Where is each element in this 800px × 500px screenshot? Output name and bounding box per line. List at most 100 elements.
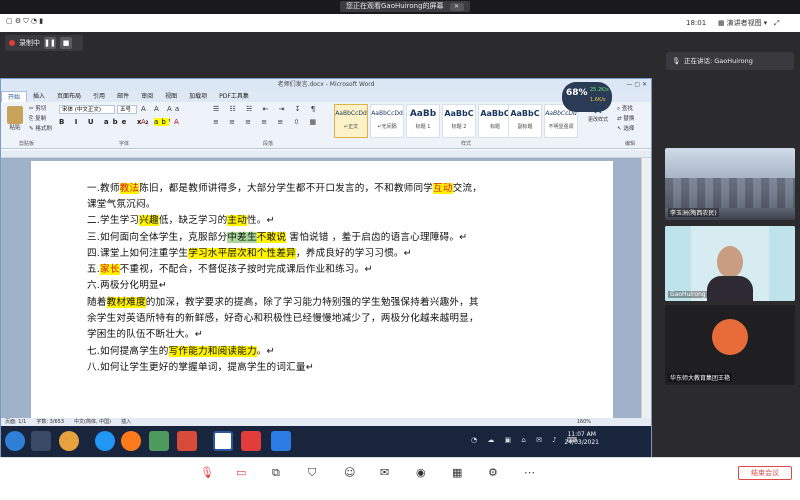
font-size-select[interactable]: 五号 [117, 105, 137, 114]
windows-taskbar: ◔ ☁ ▣ ⌂ ✉ ♪ ⌨ 11:07 AM 24/03/2021 [1, 426, 651, 457]
video-tile-avatar[interactable]: 华东师大教育集团王艳 [665, 305, 795, 385]
document-line[interactable]: 二.学生学习兴趣低，缺乏学习的主动性。↵ [87, 212, 275, 226]
mute-icon[interactable]: 🎙 [200, 466, 214, 480]
style-name: 不明显强调 [548, 124, 574, 130]
style-normal[interactable]: AaBbCcDd ↵正文 [334, 104, 368, 138]
tab-addins[interactable]: 加载项 [183, 91, 213, 102]
document-line[interactable]: 六.两极分化明显↵ [87, 277, 167, 291]
meeting-header: ▢ ⚙ ⛉ ◔ ▮ 18:01 ▦ 演讲者视图 ▾ ⤢ [0, 14, 800, 32]
document-line[interactable]: 课堂气氛沉闷。 [87, 196, 156, 210]
style-heading-2[interactable]: AaBbC 标题 2 [442, 104, 476, 138]
font-name-select[interactable]: 宋体 (中文正文) [59, 105, 115, 114]
start-icon[interactable] [5, 431, 25, 451]
word-icon[interactable] [213, 431, 233, 451]
fullscreen-icon[interactable]: ⤢ [774, 17, 780, 29]
browser-icon[interactable] [59, 431, 79, 451]
document-text-run: 性。↵ [246, 215, 275, 226]
document-line[interactable]: 学困生的队伍不断壮大。↵ [87, 326, 203, 340]
pause-button[interactable]: ❚❚ [44, 37, 56, 49]
stop-button[interactable]: ■ [60, 37, 72, 49]
meeting-app-icon[interactable] [271, 431, 291, 451]
document-line[interactable]: 四.课堂上如何注重学生学习水平层次和个性差异，养成良好的学习习惯。↵ [87, 245, 412, 259]
paste-icon [7, 106, 23, 124]
style-preview: AaBbC [480, 109, 510, 118]
apps-icon[interactable]: ▦ [452, 466, 466, 480]
video-tile-classroom[interactable]: 李玉洲(陶西农民) [665, 148, 795, 220]
find-button[interactable]: ⌕ 查找 [617, 105, 633, 113]
document-text-run: 。↵ [256, 346, 275, 357]
file-explorer-icon[interactable] [31, 431, 51, 451]
ribbon-home: 粘贴 ✂ 剪切 ⎘ 复制 ✎ 格式刷 剪贴板 宋体 (中文正文) 五号 A A … [1, 102, 651, 149]
tab-references[interactable]: 引用 [87, 91, 111, 102]
record-button-icon[interactable]: ◉ [416, 466, 430, 480]
ppt-icon[interactable] [177, 431, 197, 451]
paste-button[interactable]: 粘贴 [5, 106, 25, 132]
shield-icon: ⛉ [23, 17, 29, 25]
camera-off-icon[interactable]: ▭ [236, 466, 250, 480]
document-text-run: 兴趣 [139, 215, 159, 226]
app-icon[interactable] [149, 431, 169, 451]
style-heading-1[interactable]: AaBb 标题 1 [406, 104, 440, 138]
document-text-run: 教法 [119, 183, 140, 194]
tab-review[interactable]: 审阅 [135, 91, 159, 102]
wps-icon[interactable] [241, 431, 261, 451]
firefox-icon[interactable] [121, 431, 141, 451]
window-controls[interactable]: — ▢ ✕ [626, 79, 647, 91]
close-icon[interactable]: ✕ [449, 2, 464, 11]
share-screen-icon[interactable]: ⧉ [272, 466, 286, 480]
participants-icon[interactable]: ☺ [344, 466, 358, 480]
battery-icon: ▮ [39, 17, 44, 25]
chevron-down-icon: ▾ [763, 19, 768, 27]
tab-pdf[interactable]: PDF工具集 [213, 91, 255, 102]
speaker-view-button[interactable]: ▦ 演讲者视图 ▾ [718, 17, 767, 29]
font-color-buttons[interactable]: A ab A [141, 118, 182, 126]
format-painter-button[interactable]: ✎ 格式刷 [29, 125, 52, 133]
taskbar-time: 11:07 AM [567, 431, 596, 438]
end-meeting-button[interactable]: 结束会议 [738, 466, 792, 480]
style-no-spacing[interactable]: AaBbCcDd ↵无间隔 [370, 104, 404, 138]
document-line[interactable]: 五.家长不重视，不配合，不督促孩子按时完成课后作业和练习。↵ [87, 261, 373, 275]
presenter-face [717, 246, 743, 278]
style-name: 标题 2 [451, 124, 467, 130]
more-icon[interactable]: ⋯ [524, 466, 538, 480]
document-line[interactable]: 八.如何让学生更好的掌握单词，提高学生的词汇量↵ [87, 359, 314, 373]
align-buttons[interactable]: ≡ ≡ ≡ ≡ ≡ ⇳ ▦ [213, 118, 320, 126]
replace-button[interactable]: ⇄ 替换 [617, 115, 634, 123]
style-preview: AaBbC [510, 109, 540, 118]
document-line[interactable]: 七.如何提高学生的写作能力和阅读能力。↵ [87, 343, 275, 357]
video-tile-speaker[interactable]: GaoHuirong [665, 226, 795, 301]
document-line[interactable]: 一.教师教法陈旧，都是教师讲得多，大部分学生都不开口发言的，不和教师同学互动交流… [87, 180, 482, 194]
record-icon [9, 40, 15, 46]
document-line[interactable]: 随着教材难度的加深，教学要求的提高，除了学习能力特别强的学生勉强保持着兴趣外，其 [87, 294, 479, 308]
style-title[interactable]: AaBbC 标题 [478, 104, 512, 138]
tab-home[interactable]: 开始 [1, 91, 28, 102]
settings-icon[interactable]: ⚙ [488, 466, 502, 480]
font-grow-shrink[interactable]: A A Aa [141, 105, 182, 113]
copy-label: 复制 [35, 116, 47, 122]
chat-icon[interactable]: ✉ [380, 466, 394, 480]
cut-label: 剪切 [35, 106, 47, 112]
tab-layout[interactable]: 页面布局 [51, 91, 87, 102]
tab-insert[interactable]: 插入 [27, 91, 51, 102]
cut-button[interactable]: ✂ 剪切 [29, 105, 46, 113]
list-buttons[interactable]: ☰ ☷ ☵ ⇤ ⇥ ↧ ¶ [213, 105, 319, 113]
screen-share-banner: 您正在观看GaoHuirong的屏幕 ✕ [340, 1, 470, 12]
security-icon[interactable]: ⛉ [308, 466, 322, 480]
document-line[interactable]: 余学生对英语所特有的新鲜感，好奇心和积极性已经慢慢地减少了，两极分化越来越明显， [87, 310, 479, 324]
style-subtitle[interactable]: AaBbC 副标题 [508, 104, 542, 138]
tab-view[interactable]: 视图 [159, 91, 183, 102]
document-text-run: 五. [87, 264, 101, 275]
document-text-run: 七.如何提高学生的 [87, 346, 169, 357]
copy-button[interactable]: ⎘ 复制 [29, 115, 46, 123]
vertical-scrollbar[interactable] [641, 158, 651, 418]
select-button[interactable]: ↖ 选择 [617, 125, 634, 133]
search-app-icon[interactable] [95, 431, 115, 451]
document-text-run: 教材难度 [106, 297, 146, 308]
video-label: GaoHuirong [668, 291, 708, 298]
tab-mailings[interactable]: 邮件 [111, 91, 135, 102]
word-count: 字数: 3/653 [36, 419, 65, 425]
page-count: 页面: 1/1 [5, 419, 27, 425]
document-text-run: 低，缺乏学习的 [158, 215, 228, 226]
document-line[interactable]: 三.如何面向全体学生，克服部分中差生不敢说 害怕说错 ，羞于启齿的语言心理障碍。… [87, 229, 467, 243]
document-text-run: 陈旧，都是教师讲得多，大部分学生都不开口发言的，不和教师同学 [139, 183, 434, 194]
